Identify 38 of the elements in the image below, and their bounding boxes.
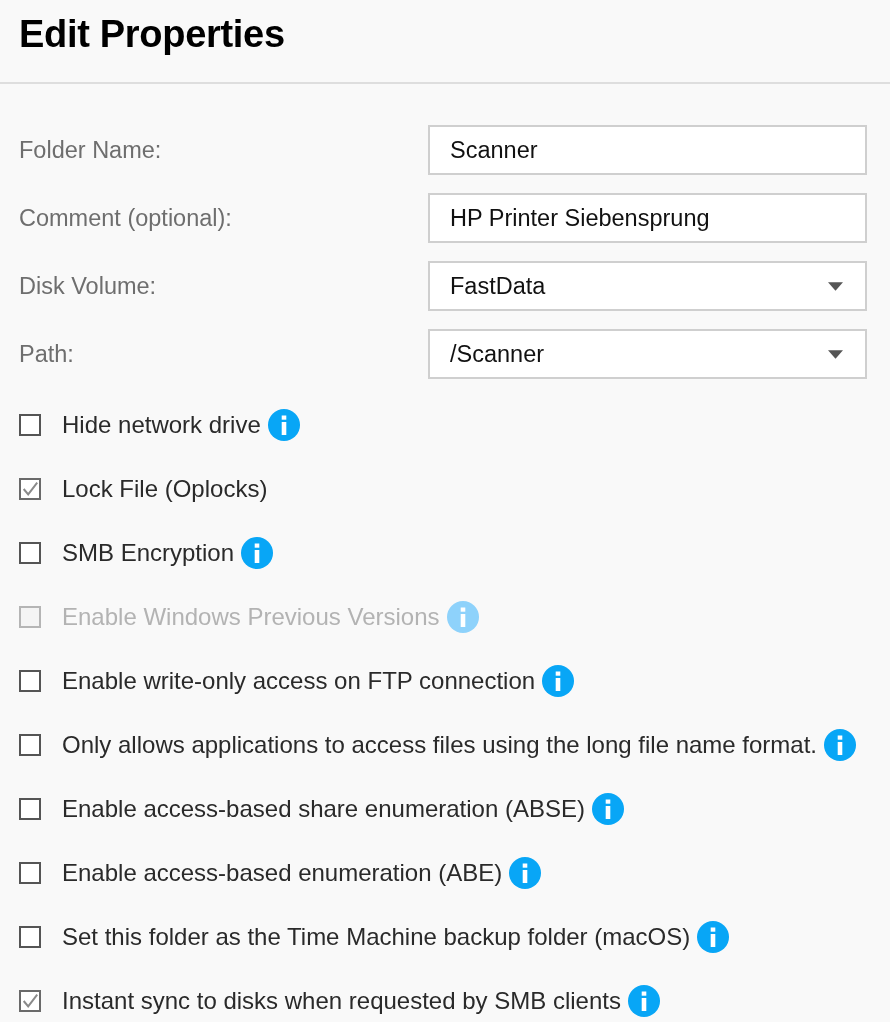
- checkbox-label[interactable]: Only allows applications to access files using the long file name format.: [62, 731, 818, 759]
- checkbox-label[interactable]: Enable access-based enumeration (ABE): [62, 859, 503, 887]
- dialog-title: Edit Properties: [19, 12, 285, 57]
- checkbox-label: Enable Windows Previous Versions: [62, 603, 440, 631]
- info-icon[interactable]: [824, 729, 857, 761]
- input-field[interactable]: HP Printer Siebensprung: [428, 193, 867, 243]
- checkbox-label[interactable]: SMB Encryption: [62, 539, 235, 567]
- checkbox[interactable]: [19, 862, 41, 884]
- input-field[interactable]: Scanner: [428, 125, 867, 175]
- info-icon[interactable]: [241, 537, 274, 569]
- caret-icon: [828, 349, 843, 359]
- caret-icon: [828, 281, 843, 291]
- field-label: Path:: [19, 340, 74, 368]
- field-label: Folder Name:: [19, 136, 162, 164]
- checkbox[interactable]: [19, 990, 41, 1012]
- checkbox[interactable]: [19, 926, 41, 948]
- checkbox[interactable]: [19, 670, 41, 692]
- checkbox-label[interactable]: Lock File (Oplocks): [62, 475, 268, 503]
- info-icon[interactable]: [267, 409, 300, 441]
- dropdown-field[interactable]: /Scanner: [428, 329, 867, 379]
- info-icon[interactable]: [542, 665, 575, 697]
- checkbox[interactable]: [19, 798, 41, 820]
- dropdown-field[interactable]: FastData: [428, 261, 867, 311]
- checkbox-label[interactable]: Hide network drive: [62, 411, 261, 439]
- checkbox[interactable]: [19, 414, 41, 436]
- info-icon[interactable]: [627, 985, 660, 1017]
- field-label: Disk Volume:: [19, 272, 157, 300]
- checkbox-label[interactable]: Enable access-based share enumeration (ABSE): [62, 795, 585, 823]
- field-label: Comment (optional):: [19, 204, 232, 232]
- checkbox[interactable]: [19, 734, 41, 756]
- checkbox-label[interactable]: Set this folder as the Time Machine backup folder (macOS): [62, 923, 691, 951]
- info-icon[interactable]: [509, 857, 542, 889]
- checkbox-label[interactable]: Enable write-only access on FTP connection: [62, 667, 536, 695]
- info-icon[interactable]: [591, 793, 624, 825]
- checkbox[interactable]: [19, 542, 41, 564]
- checkbox-label[interactable]: Instant sync to disks when requested by SMB clients: [62, 987, 621, 1015]
- checkbox[interactable]: [19, 478, 41, 500]
- info-icon[interactable]: [697, 921, 730, 953]
